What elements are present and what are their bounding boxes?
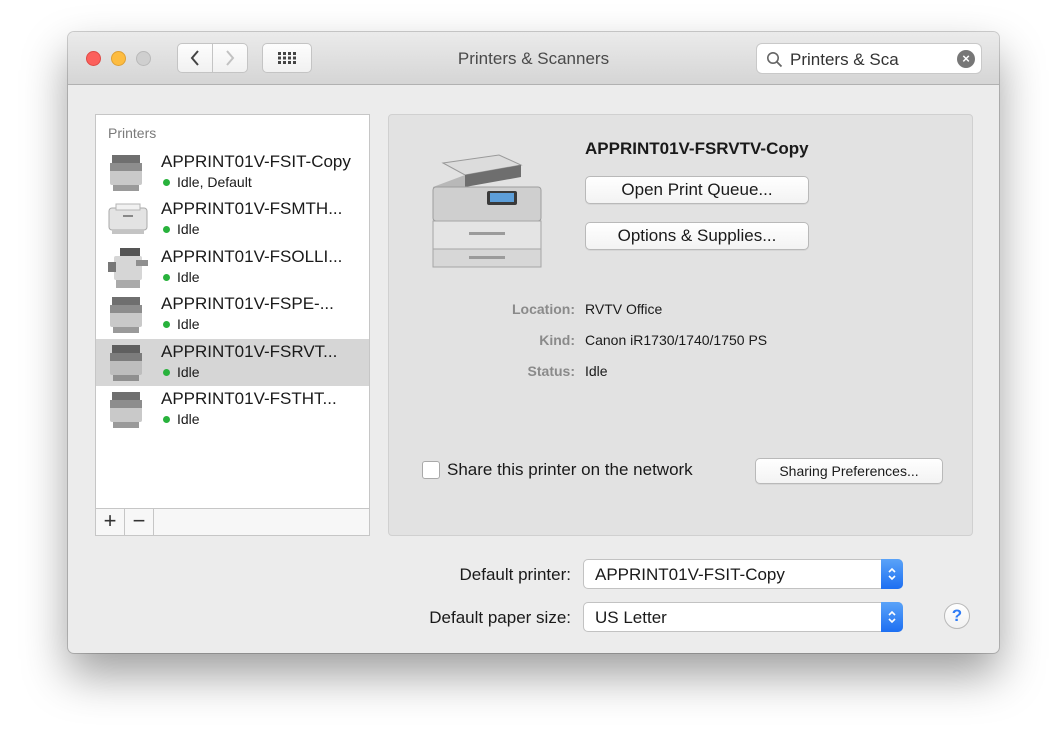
printer-list-item[interactable]: APPRINT01V-FSMTH... Idle (96, 196, 369, 243)
printer-list-item-selected[interactable]: APPRINT01V-FSRVT... Idle (96, 339, 369, 386)
printer-name: APPRINT01V-FSPE-... (161, 294, 334, 313)
printer-name: APPRINT01V-FSIT-Copy (161, 152, 351, 171)
printer-detail-panel: APPRINT01V-FSRVTV-Copy Open Print Queue.… (388, 114, 973, 536)
location-value: RVTV Office (585, 301, 663, 317)
open-print-queue-button[interactable]: Open Print Queue... (585, 176, 809, 204)
status-value: Idle (585, 363, 608, 379)
printer-icon (108, 248, 148, 288)
printer-name: APPRINT01V-FSOLLI... (161, 247, 343, 266)
printers-scanners-window: Printers & Scanners Printers & Sca × Pri… (68, 32, 999, 653)
printer-name: APPRINT01V-FSRVT... (161, 342, 338, 361)
printers-list-header: Printers (108, 125, 157, 141)
printer-icon (110, 297, 142, 333)
printer-status: Idle (177, 411, 200, 427)
default-printer-select[interactable]: APPRINT01V-FSIT-Copy (583, 559, 903, 589)
default-paper-size-label: Default paper size: (429, 608, 571, 627)
printer-icon (110, 345, 142, 381)
list-footer: + − (96, 508, 369, 535)
printer-list-item[interactable]: APPRINT01V-FSOLLI... Idle (96, 244, 369, 291)
printer-status: Idle (177, 364, 200, 380)
updown-arrow-icon (881, 559, 903, 589)
remove-printer-button[interactable]: − (125, 509, 154, 535)
printer-icon (108, 203, 148, 234)
updown-arrow-icon (881, 602, 903, 632)
title-bar: Printers & Scanners Printers & Sca × (68, 32, 999, 85)
status-dot (163, 179, 170, 186)
status-dot (163, 321, 170, 328)
default-printer-value: APPRINT01V-FSIT-Copy (595, 565, 785, 584)
printer-large-icon (432, 154, 542, 268)
paper-size-value: US Letter (595, 608, 667, 627)
printer-status: Idle (177, 269, 200, 285)
sharing-preferences-button[interactable]: Sharing Preferences... (755, 458, 943, 484)
printer-list-item[interactable]: APPRINT01V-FSTHT... Idle (96, 386, 369, 433)
status-dot (163, 416, 170, 423)
default-paper-size-select[interactable]: US Letter (583, 602, 903, 632)
printer-status: Idle (177, 316, 200, 332)
kind-label: Kind: (539, 332, 575, 348)
printer-status: Idle (177, 221, 200, 237)
printer-list-item[interactable]: APPRINT01V-FSPE-... Idle (96, 291, 369, 338)
printer-list-item[interactable]: APPRINT01V-FSIT-Copy Idle, Default (96, 149, 369, 196)
printer-status: Idle, Default (177, 174, 252, 190)
status-dot (163, 226, 170, 233)
printer-icon (110, 155, 142, 191)
selected-printer-name: APPRINT01V-FSRVTV-Copy (585, 139, 809, 158)
status-dot (163, 274, 170, 281)
search-icon (767, 52, 783, 68)
share-printer-label[interactable]: Share this printer on the network (447, 460, 693, 480)
status-label: Status: (527, 363, 575, 379)
share-printer-checkbox[interactable] (422, 461, 440, 479)
kind-value: Canon iR1730/1740/1750 PS (585, 332, 768, 348)
printer-icon (110, 392, 142, 428)
options-supplies-button[interactable]: Options & Supplies... (585, 222, 809, 250)
default-printer-label: Default printer: (459, 565, 572, 584)
printer-name: APPRINT01V-FSMTH... (161, 199, 343, 218)
help-button[interactable]: ? (944, 603, 970, 629)
clear-icon[interactable]: × (957, 50, 975, 68)
status-dot (163, 369, 170, 376)
search-field[interactable]: Printers & Sca × (756, 43, 982, 74)
printer-name: APPRINT01V-FSTHT... (161, 389, 337, 408)
printer-list: Printers APPRINT01V-FSIT-Copy Idle, Defa… (95, 114, 370, 536)
add-printer-button[interactable]: + (96, 509, 125, 535)
location-label: Location: (512, 301, 575, 317)
search-input[interactable]: Printers & Sca (790, 50, 899, 70)
